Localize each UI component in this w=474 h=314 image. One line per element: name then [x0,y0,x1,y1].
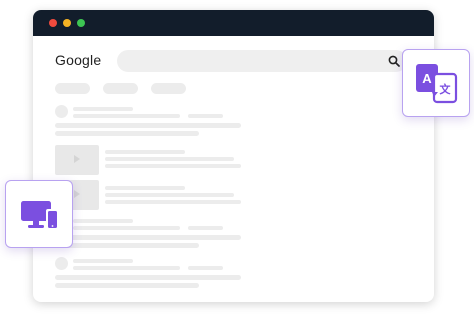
video-detail-placeholder [105,193,234,197]
search-icon[interactable] [388,55,400,67]
video-thumbnail-placeholder [55,145,99,175]
close-window-button[interactable] [49,19,57,27]
site-name-placeholder [73,107,133,111]
url-placeholder [73,226,180,230]
video-detail-placeholder [105,164,241,168]
url-placeholder [73,114,180,118]
minimize-window-button[interactable] [63,19,71,27]
search-input[interactable] [117,50,407,72]
brand-logo: Google [55,52,102,68]
site-name-placeholder [73,219,133,223]
filter-tab-placeholder[interactable] [151,83,186,94]
snippet-line-placeholder [55,243,199,248]
snippet-line-placeholder [55,131,199,136]
url-placeholder [188,266,223,270]
video-title-placeholder [105,186,185,190]
title-bar [33,10,434,36]
maximize-window-button[interactable] [77,19,85,27]
site-name-placeholder [73,259,133,263]
url-placeholder [188,114,223,118]
favicon-placeholder [55,105,68,118]
snippet-line-placeholder [55,123,241,128]
browser-window: Google [33,10,434,302]
filter-tab-placeholder[interactable] [103,83,138,94]
play-icon [74,190,80,198]
translate-card[interactable]: A 文 [402,49,470,117]
snippet-line-placeholder [55,275,241,280]
svg-text:A: A [422,71,432,86]
url-placeholder [73,266,180,270]
filter-tab-placeholder[interactable] [55,83,90,94]
snippet-line-placeholder [55,283,199,288]
snippet-line-placeholder [55,235,241,240]
devices-icon [21,201,59,230]
video-title-placeholder [105,150,185,154]
play-icon [74,155,80,163]
svg-text:文: 文 [440,82,452,96]
translate-icon: A 文 [416,64,458,104]
favicon-placeholder [55,257,68,270]
video-detail-placeholder [105,200,241,204]
devices-card[interactable] [5,180,73,248]
url-placeholder [188,226,223,230]
video-detail-placeholder [105,157,234,161]
